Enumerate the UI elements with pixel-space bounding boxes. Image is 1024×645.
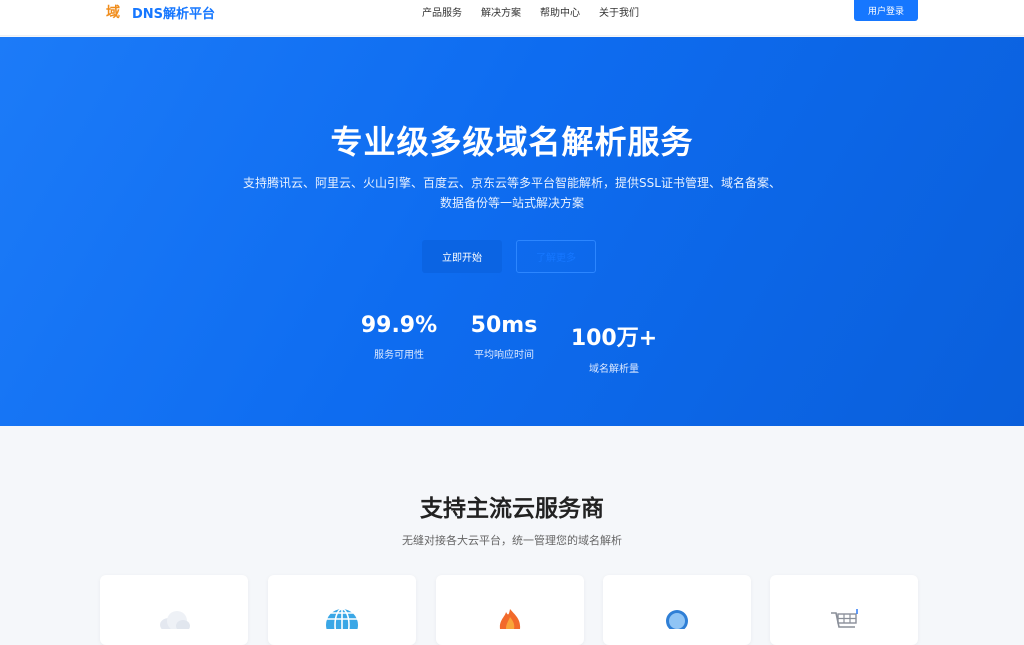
stat-value: 99.9% [360, 313, 438, 338]
magnifier-icon [660, 607, 694, 629]
nav-item-help[interactable]: 帮助中心 [540, 4, 580, 19]
stat-label: 平均响应时间 [474, 350, 534, 361]
provider-card[interactable] [770, 575, 918, 645]
stat-value: 100万+ [570, 326, 658, 351]
stat-availability: 99.9% 服务可用性 [358, 313, 440, 361]
get-started-button[interactable]: 立即开始 [422, 240, 502, 273]
logo[interactable]: 域 DNS解析平台 [106, 2, 215, 22]
stat-label: 服务可用性 [374, 350, 424, 361]
globe-icon [325, 607, 359, 629]
hero-subtitle-line-2: 数据备份等一站式解决方案 [439, 196, 584, 210]
login-button[interactable]: 用户登录 [854, 0, 918, 21]
providers-subtitle: 无缝对接各大云平台，统一管理您的域名解析 [402, 534, 622, 547]
provider-card[interactable] [268, 575, 416, 645]
hero-subtitle: 支持腾讯云、阿里云、火山引擎、百度云、京东云等多平台智能解析，提供SSL证书管理… [0, 173, 1024, 213]
stat-label: 域名解析量 [589, 364, 639, 375]
nav-item-products[interactable]: 产品服务 [422, 4, 462, 19]
stat-value: 50ms [470, 313, 538, 338]
provider-card[interactable] [100, 575, 248, 645]
nav-item-about[interactable]: 关于我们 [599, 4, 639, 19]
hero-title: 专业级多级域名解析服务 [330, 123, 694, 161]
logo-text: DNS解析平台 [132, 6, 216, 22]
providers-section: 支持主流云服务商 无缝对接各大云平台，统一管理您的域名解析 [0, 426, 1024, 645]
cart-icon [827, 607, 861, 629]
provider-card[interactable] [436, 575, 584, 645]
learn-more-button[interactable]: 了解更多 [516, 240, 596, 273]
flame-icon [493, 607, 527, 629]
cloud-icon [157, 607, 191, 629]
site-header: 域 DNS解析平台 产品服务 解决方案 帮助中心 关于我们 用户登录 [0, 0, 1024, 36]
stat-resolutions: 100万+ 域名解析量 [568, 320, 660, 375]
logo-icon: 域 [106, 5, 120, 21]
main-nav: 产品服务 解决方案 帮助中心 关于我们 [422, 4, 639, 19]
stat-response-time: 50ms 平均响应时间 [464, 313, 544, 361]
hero-section: 专业级多级域名解析服务 支持腾讯云、阿里云、火山引擎、百度云、京东云等多平台智能… [0, 37, 1024, 426]
hero-subtitle-line-1: 支持腾讯云、阿里云、火山引擎、百度云、京东云等多平台智能解析，提供SSL证书管理… [243, 176, 781, 190]
providers-title: 支持主流云服务商 [420, 496, 604, 522]
provider-card[interactable] [603, 575, 751, 645]
nav-item-solutions[interactable]: 解决方案 [481, 4, 521, 19]
